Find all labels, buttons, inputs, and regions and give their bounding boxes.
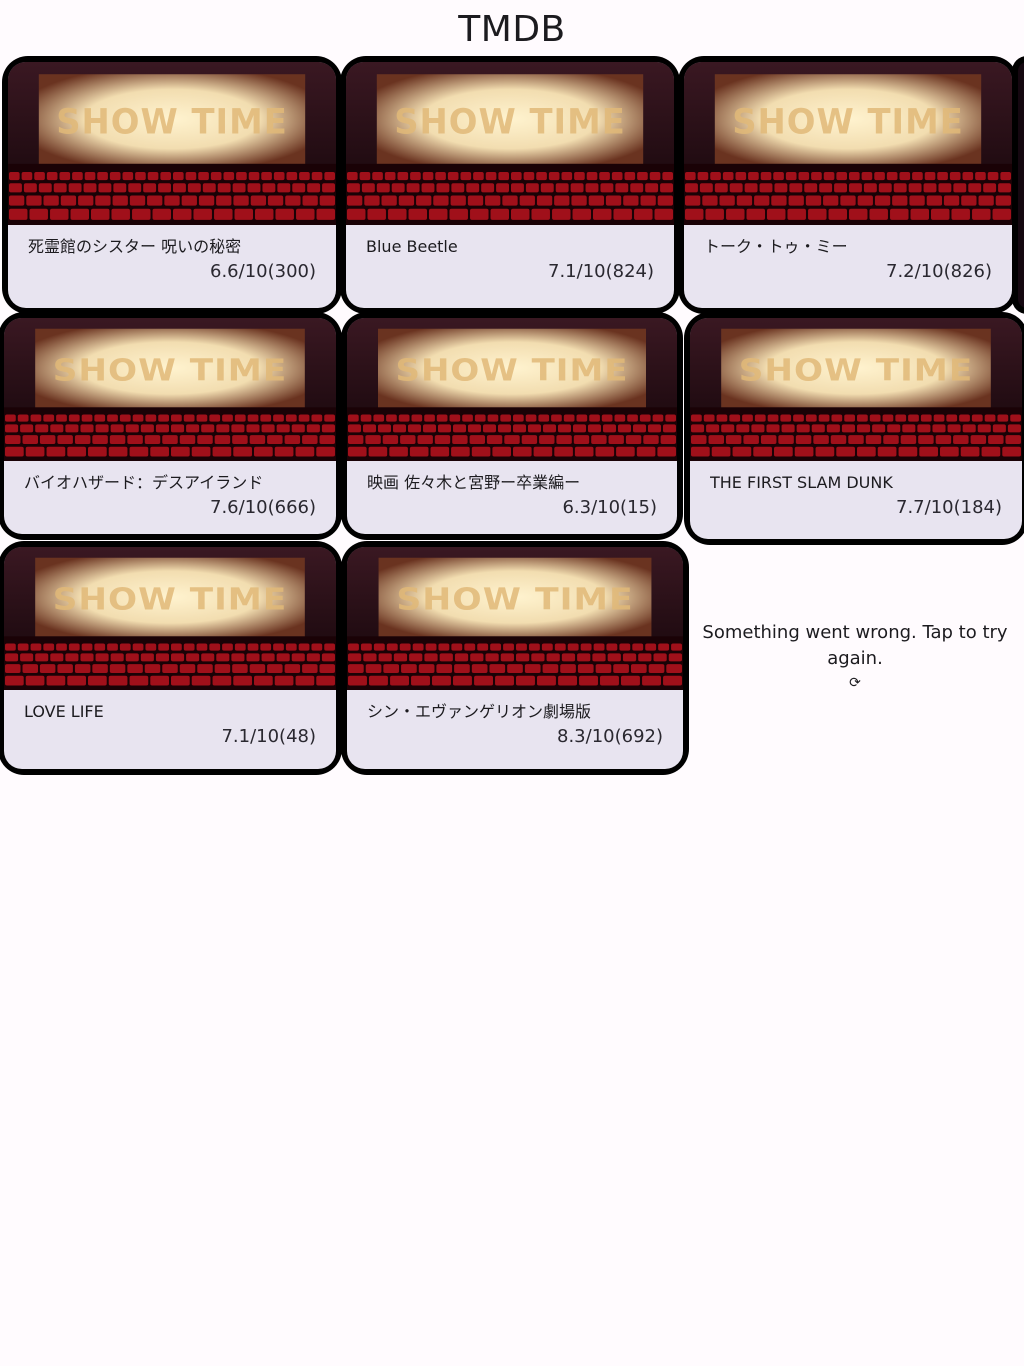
movie-rating: 8.3/10(692) <box>557 726 663 747</box>
movie-rating: 7.1/10(48) <box>221 726 316 747</box>
movie-title: THE FIRST SLAM DUNK <box>710 473 893 492</box>
movie-rating: 7.1/10(824) <box>548 261 654 282</box>
refresh-icon: ⟳ <box>849 675 861 691</box>
app-title: TMDB <box>458 9 566 50</box>
movie-poster: SHOW TIME <box>4 318 336 461</box>
svg-text:SHOW TIME: SHOW TIME <box>394 102 626 142</box>
movie-card[interactable]: SHOW TIME THE FIRST SLAM DUNK 7.7/10(184… <box>684 312 1024 545</box>
svg-text:SHOW TIME: SHOW TIME <box>732 102 964 142</box>
movie-card-partial[interactable] <box>1012 56 1024 314</box>
movie-rating: 6.3/10(15) <box>562 497 657 518</box>
movie-rating: 7.7/10(184) <box>896 497 1002 518</box>
movie-title: バイオハザード：デスアイランド <box>24 473 264 492</box>
error-message: Something went wrong. Tap to try again. <box>702 622 1008 669</box>
svg-text:SHOW TIME: SHOW TIME <box>56 102 288 142</box>
movie-poster: SHOW TIME <box>690 318 1022 461</box>
movie-rating: 6.6/10(300) <box>210 261 316 282</box>
movie-poster: SHOW TIME <box>8 62 336 225</box>
movie-poster: SHOW TIME <box>347 547 683 690</box>
movie-card[interactable]: SHOW TIME Blue Beetle 7.1/10(824) <box>340 56 680 314</box>
movie-poster: SHOW TIME <box>684 62 1012 225</box>
movie-rating: 7.6/10(666) <box>210 497 316 518</box>
movie-poster: SHOW TIME <box>4 547 336 690</box>
retry-button[interactable]: Something went wrong. Tap to try again. … <box>698 620 1012 691</box>
movie-card[interactable]: SHOW TIME バイオハザード：デスアイランド 7.6/10(666) <box>0 312 342 540</box>
svg-text:SHOW TIME: SHOW TIME <box>739 352 973 388</box>
movie-rating: 7.2/10(826) <box>886 261 992 282</box>
movie-card[interactable]: SHOW TIME LOVE LIFE 7.1/10(48) <box>0 541 342 775</box>
svg-text:SHOW TIME: SHOW TIME <box>53 581 287 617</box>
movie-card[interactable]: SHOW TIME トーク・トゥ・ミー 7.2/10(826) <box>678 56 1018 314</box>
movie-card[interactable]: SHOW TIME 映画 佐々木と宮野ー卒業編ー 6.3/10(15) <box>341 312 683 540</box>
movie-title: Blue Beetle <box>366 237 458 256</box>
movie-title: 映画 佐々木と宮野ー卒業編ー <box>367 473 581 492</box>
svg-text:SHOW TIME: SHOW TIME <box>53 352 287 388</box>
svg-text:SHOW TIME: SHOW TIME <box>396 582 633 617</box>
movie-card[interactable]: SHOW TIME 死霊館のシスター 呪いの秘密 6.6/10(300) <box>2 56 342 314</box>
movie-poster: SHOW TIME <box>346 62 674 225</box>
movie-title: LOVE LIFE <box>24 702 104 721</box>
movie-card[interactable]: SHOW TIME シン・エヴァンゲリオン劇場版 8.3/10(692) <box>341 541 689 775</box>
movie-title: トーク・トゥ・ミー <box>704 237 848 256</box>
movie-title: 死霊館のシスター 呪いの秘密 <box>28 237 242 256</box>
movie-title: シン・エヴァンゲリオン劇場版 <box>367 702 592 721</box>
movie-poster: SHOW TIME <box>347 318 677 461</box>
svg-text:SHOW TIME: SHOW TIME <box>395 352 628 388</box>
